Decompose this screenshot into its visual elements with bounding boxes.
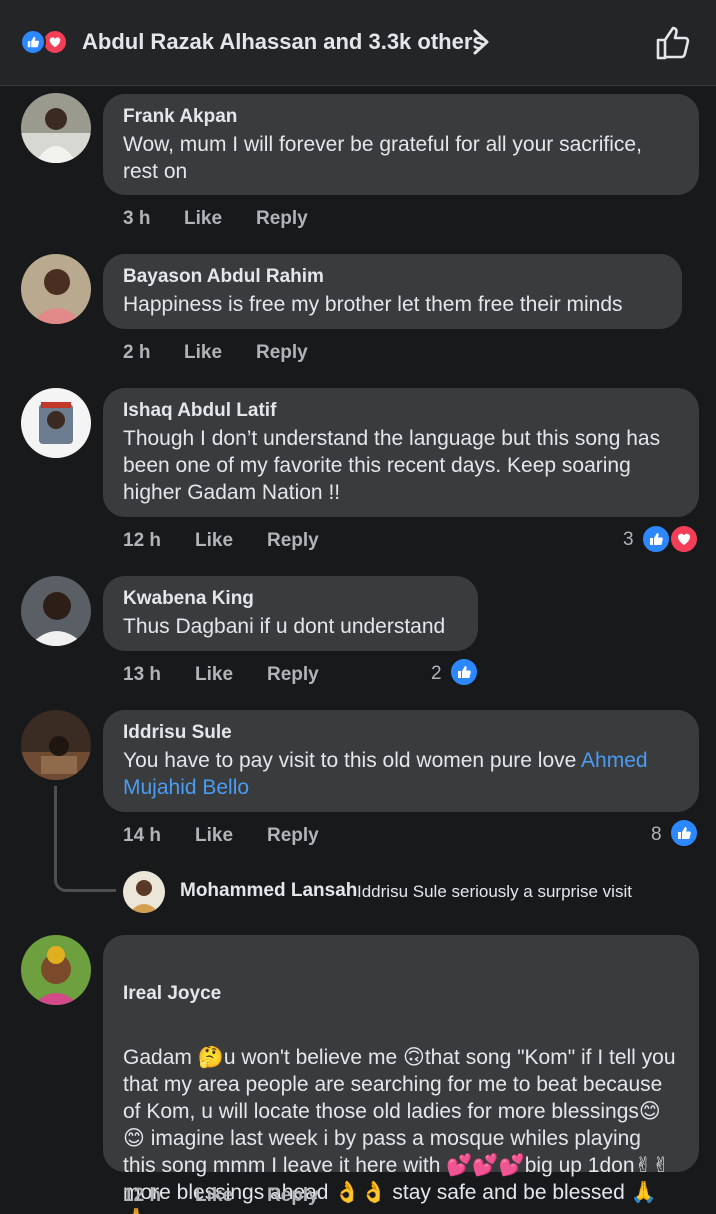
comment-text: You have to pay visit to this old women … bbox=[123, 747, 679, 801]
comment-bubble: Ireal Joyce Gadam 🤔u won't believe me 🙃t… bbox=[103, 935, 699, 1214]
avatar[interactable] bbox=[21, 254, 91, 324]
reply-thread-line bbox=[54, 786, 116, 892]
like-reaction-icon bbox=[641, 524, 671, 554]
avatar[interactable] bbox=[21, 576, 91, 646]
reply-button[interactable]: Reply bbox=[256, 208, 308, 230]
reaction-icons bbox=[20, 29, 76, 55]
like-button[interactable]: Like bbox=[184, 342, 222, 364]
like-reaction-icon bbox=[449, 657, 479, 687]
comment-bubble: Bayason Abdul Rahim Happiness is free my… bbox=[103, 254, 682, 329]
reaction-count[interactable]: 8 bbox=[651, 824, 662, 846]
comment-text: Thus Dagbani if u dont understand bbox=[123, 615, 446, 638]
like-button[interactable]: Like bbox=[195, 664, 233, 686]
reply-text[interactable]: Iddrisu Sule seriously a surprise visit bbox=[357, 882, 632, 902]
comment-bubble: Ishaq Abdul Latif Though I don’t underst… bbox=[103, 388, 699, 517]
thumbs-up-icon[interactable] bbox=[653, 23, 693, 63]
reply-button[interactable]: Reply bbox=[267, 1185, 319, 1207]
avatar[interactable] bbox=[21, 710, 91, 780]
avatar[interactable] bbox=[123, 871, 165, 913]
reactions-header[interactable]: Abdul Razak Alhassan and 3.3k others bbox=[0, 0, 716, 86]
comment-time: 12 h bbox=[123, 530, 162, 551]
comment-time: 3 h bbox=[123, 208, 151, 229]
comment-time: 12 h bbox=[123, 1185, 162, 1206]
like-button[interactable]: Like bbox=[195, 825, 233, 847]
comment-time: 14 h bbox=[123, 825, 162, 846]
comment-text: Happiness is free my brother let them fr… bbox=[123, 293, 623, 316]
reaction-count[interactable]: 2 bbox=[431, 663, 442, 685]
like-reaction-icon bbox=[669, 818, 699, 848]
comment-text-body: You have to pay visit to this old women … bbox=[123, 749, 582, 772]
comment-bubble: Frank Akpan Wow, mum I will forever be g… bbox=[103, 94, 699, 195]
comment-author[interactable]: Kwabena King bbox=[123, 588, 458, 610]
avatar[interactable] bbox=[21, 93, 91, 163]
reply-button[interactable]: Reply bbox=[267, 825, 319, 847]
comment-time: 13 h bbox=[123, 664, 162, 685]
reply-button[interactable]: Reply bbox=[267, 530, 319, 552]
comment-author[interactable]: Ishaq Abdul Latif bbox=[123, 400, 679, 422]
like-button[interactable]: Like bbox=[184, 208, 222, 230]
comment-bubble: Kwabena King Thus Dagbani if u dont unde… bbox=[103, 576, 478, 651]
like-button[interactable]: Like bbox=[195, 1185, 233, 1207]
chevron-right-icon[interactable] bbox=[470, 28, 492, 56]
reactions-summary[interactable]: Abdul Razak Alhassan and 3.3k others bbox=[82, 29, 485, 55]
comment-author[interactable]: Ireal Joyce bbox=[123, 983, 679, 1005]
avatar[interactable] bbox=[21, 388, 91, 458]
comment-text: Though I don’t understand the language b… bbox=[123, 427, 661, 504]
avatar[interactable] bbox=[21, 935, 91, 1005]
comment-text: Wow, mum I will forever be grateful for … bbox=[123, 133, 642, 183]
reply-button[interactable]: Reply bbox=[267, 664, 319, 686]
reply-author[interactable]: Mohammed Lansah bbox=[180, 880, 357, 902]
comment-time: 2 h bbox=[123, 342, 151, 363]
comment-author[interactable]: Frank Akpan bbox=[123, 106, 679, 128]
love-reaction-icon bbox=[669, 524, 699, 554]
comment-author[interactable]: Iddrisu Sule bbox=[123, 722, 679, 744]
comment-bubble: Iddrisu Sule You have to pay visit to th… bbox=[103, 710, 699, 812]
like-reaction-icon bbox=[20, 29, 46, 55]
reaction-count[interactable]: 3 bbox=[623, 529, 634, 551]
comment-author[interactable]: Bayason Abdul Rahim bbox=[123, 266, 662, 288]
like-button[interactable]: Like bbox=[195, 530, 233, 552]
reply-button[interactable]: Reply bbox=[256, 342, 308, 364]
